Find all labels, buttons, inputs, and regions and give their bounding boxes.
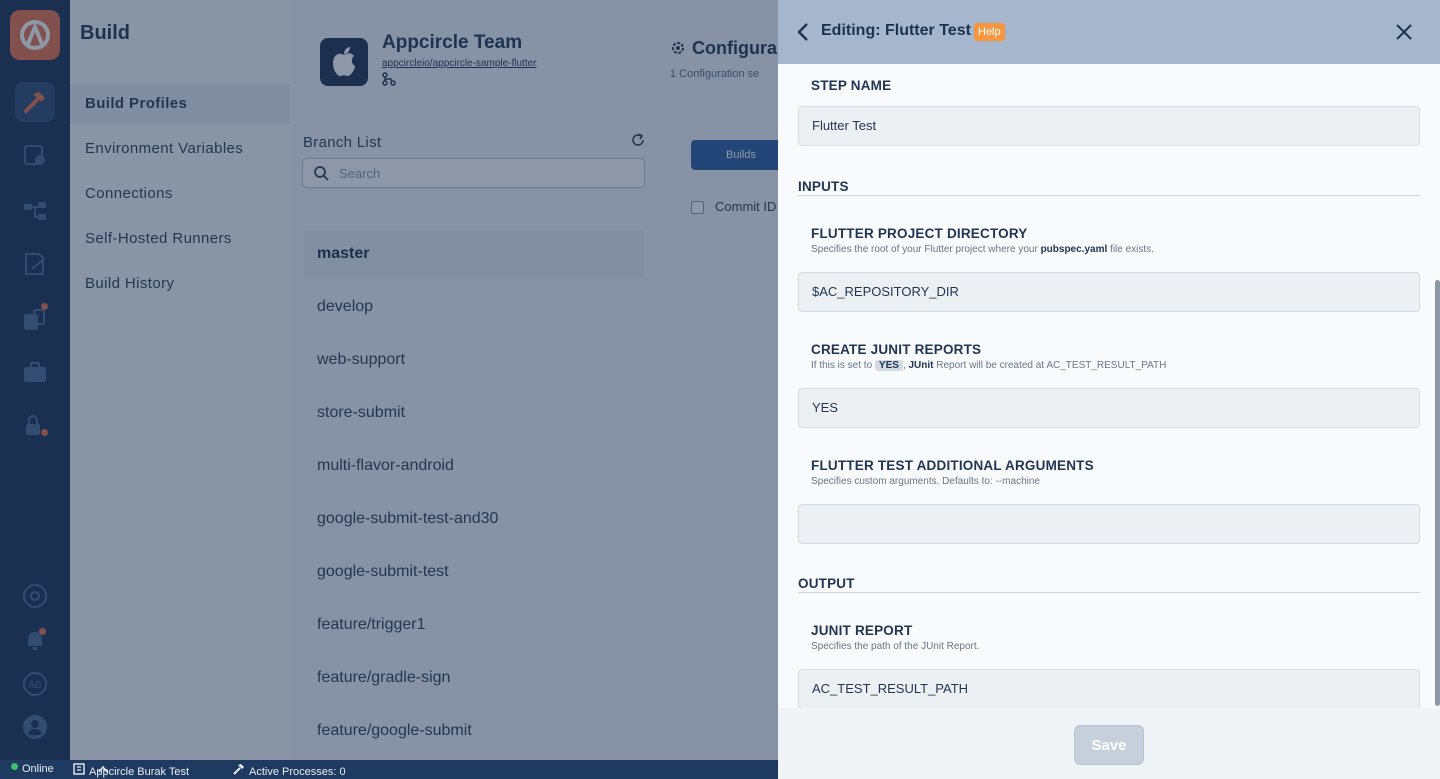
close-icon[interactable] [1394,22,1414,47]
inputs-section-title: INPUTS [798,179,849,194]
junit-report-label: JUNIT REPORT [811,623,913,638]
additional-args-description: Specifies custom arguments. Defaults to:… [811,476,1040,487]
junit-report-description: Specifies the path of the JUnit Report. [811,641,980,652]
save-button[interactable]: Save [1074,725,1144,765]
modal-backdrop[interactable] [0,0,778,760]
active-processes[interactable]: Active Processes: 0 [233,763,346,778]
online-status: Online [22,763,54,775]
back-arrow-icon[interactable] [796,22,810,47]
yes-pill: YES [874,360,903,371]
organization-name: Appcircle Burak Test [89,766,190,778]
hammer-icon [233,764,244,775]
panel-header: Editing: Flutter Test Help [778,0,1440,64]
junit-reports-description: If this is set to YES, JUnit Report will… [811,360,1167,371]
online-status-dot [11,763,18,770]
project-dir-description: Specifies the root of your Flutter proje… [811,244,1154,255]
organization-icon [73,763,85,775]
panel-body[interactable]: STEP NAME Flutter Test INPUTS FLUTTER PR… [778,64,1440,708]
panel-footer: Save [778,708,1440,779]
project-dir-label: FLUTTER PROJECT DIRECTORY [811,226,1028,241]
panel-title: Editing: Flutter Test [821,22,971,39]
project-dir-input[interactable]: $AC_REPOSITORY_DIR [798,272,1420,312]
junit-reports-select[interactable]: YES [798,388,1420,428]
section-divider [798,592,1420,593]
additional-args-input[interactable] [798,504,1420,544]
additional-args-label: FLUTTER TEST ADDITIONAL ARGUMENTS [811,458,1094,473]
junit-report-output[interactable]: AC_TEST_RESULT_PATH [798,669,1420,708]
junit-reports-label: CREATE JUNIT REPORTS [811,342,982,357]
step-editor-panel: Editing: Flutter Test Help STEP NAME Flu… [778,0,1440,779]
help-badge[interactable]: Help [974,23,1005,41]
section-divider [798,195,1420,196]
active-processes-label: Active Processes: 0 [249,766,346,778]
panel-scrollbar[interactable] [1435,280,1440,706]
output-section-title: OUTPUT [798,576,855,591]
step-name-label: STEP NAME [811,78,892,93]
status-bar: Online Appcircle Burak Test Active Proce… [0,760,778,779]
step-name-input[interactable]: Flutter Test [798,106,1420,146]
organization-switcher[interactable]: Appcircle Burak Test [73,763,189,778]
